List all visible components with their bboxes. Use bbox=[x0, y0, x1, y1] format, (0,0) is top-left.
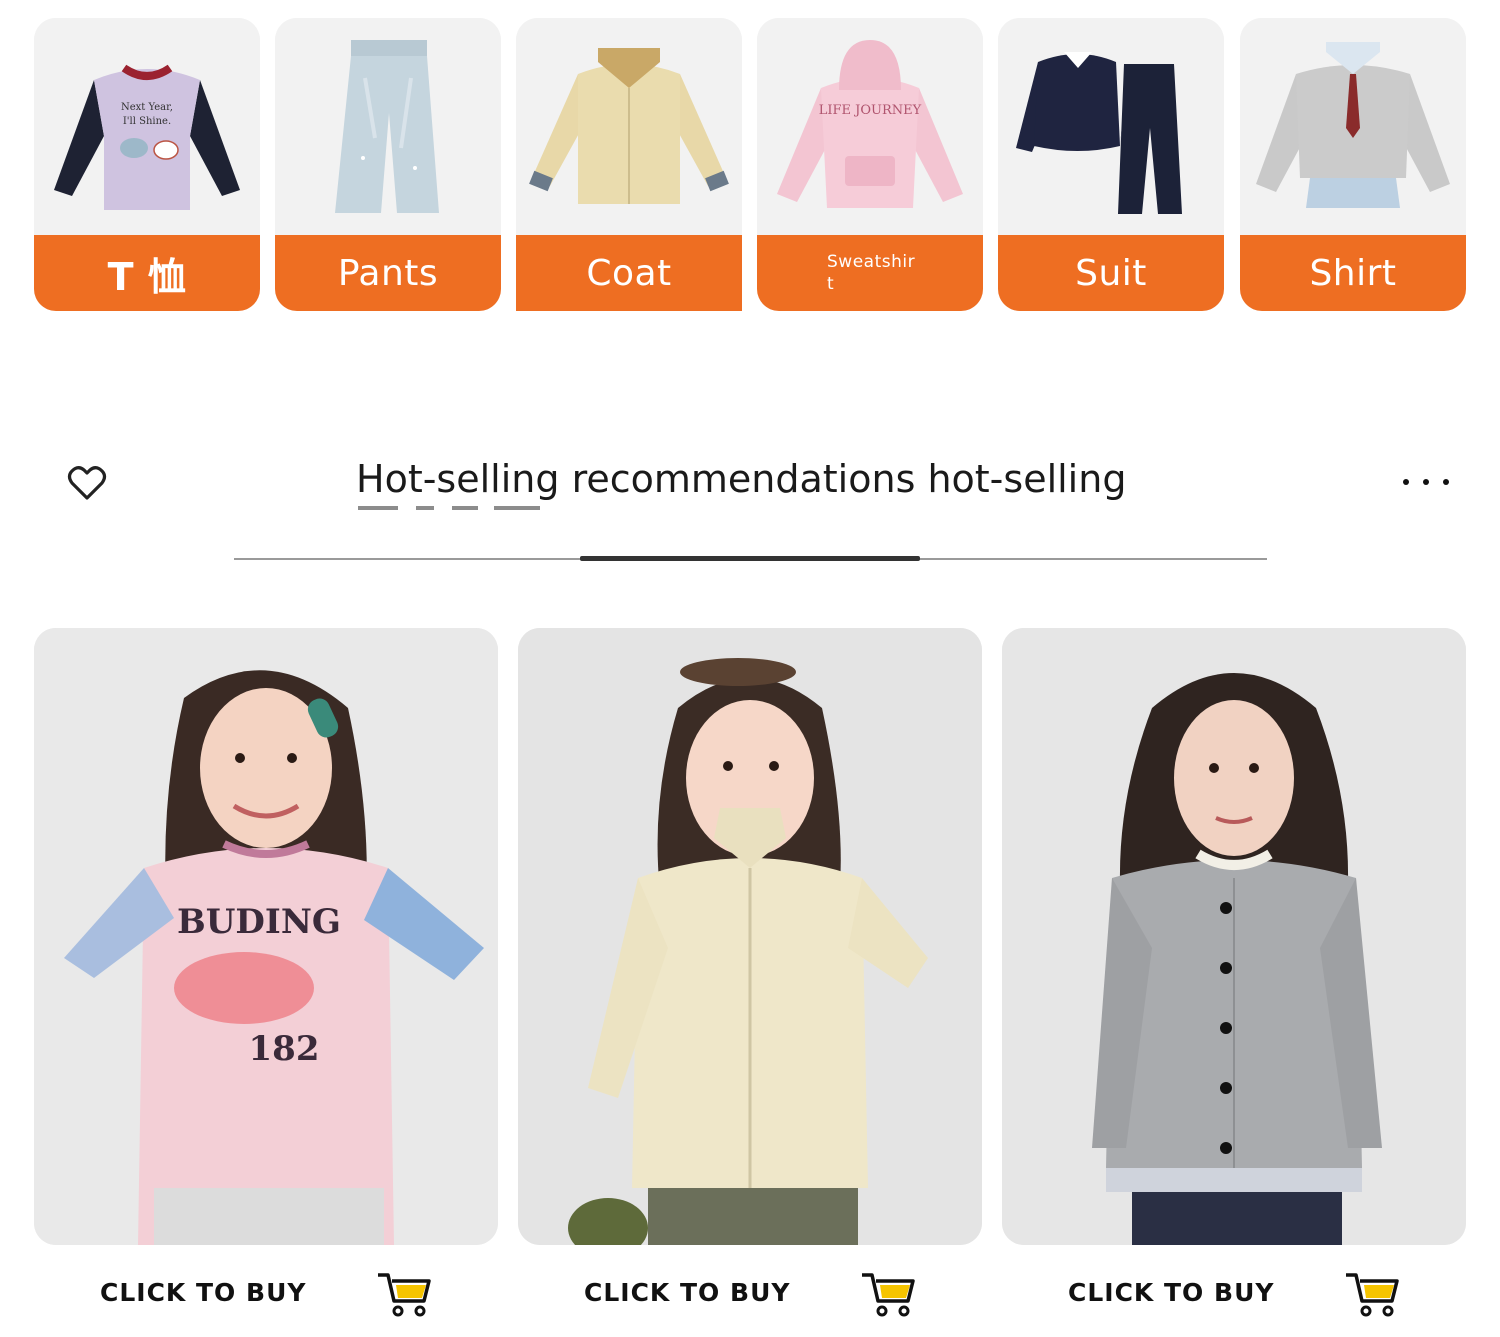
category-label-text: Sweatshirt bbox=[827, 252, 916, 294]
category-suit[interactable]: Suit bbox=[998, 18, 1224, 311]
product-photo bbox=[518, 628, 982, 1245]
category-pants[interactable]: Pants bbox=[275, 18, 501, 311]
category-label: T 恤 bbox=[34, 235, 260, 311]
product-card[interactable]: CLICK TO BUY bbox=[1002, 628, 1466, 1328]
shirt-image bbox=[1240, 18, 1466, 235]
shopping-cart-icon[interactable] bbox=[860, 1271, 916, 1317]
product-card[interactable]: CLICK TO BUY bbox=[518, 628, 982, 1328]
click-to-buy-label[interactable]: CLICK TO BUY bbox=[1068, 1278, 1308, 1308]
svg-text:I'll Shine.: I'll Shine. bbox=[123, 116, 171, 127]
section-title: Hot-selling recommendations hot-selling bbox=[356, 457, 1127, 501]
category-sweatshirt[interactable]: LIFE JOURNEY Sweatshirt bbox=[757, 18, 983, 311]
jacket-image bbox=[516, 18, 742, 235]
click-to-buy-label[interactable]: CLICK TO BUY bbox=[584, 1278, 824, 1308]
tab-indicator bbox=[580, 556, 920, 561]
svg-text:Next Year,: Next Year, bbox=[121, 102, 173, 113]
product-card[interactable]: BUDING 182 CLICK TO BUY bbox=[34, 628, 498, 1328]
category-label: Sweatshirt bbox=[757, 235, 983, 311]
suit-image bbox=[998, 18, 1224, 235]
jeans-image bbox=[275, 18, 501, 235]
shopping-cart-icon[interactable] bbox=[1344, 1271, 1400, 1317]
more-dots-icon[interactable] bbox=[1396, 470, 1456, 494]
svg-text:LIFE JOURNEY: LIFE JOURNEY bbox=[819, 103, 922, 118]
category-strip: Next Year, I'll Shine. T 恤 Pants Coat LI… bbox=[34, 18, 1466, 311]
product-photo: BUDING 182 bbox=[34, 628, 498, 1245]
category-coat[interactable]: Coat bbox=[516, 18, 742, 311]
tshirt-image: Next Year, I'll Shine. bbox=[34, 18, 260, 235]
heart-outline-icon[interactable] bbox=[66, 462, 108, 504]
shopping-cart-icon[interactable] bbox=[376, 1271, 432, 1317]
hoodie-image: LIFE JOURNEY bbox=[757, 18, 983, 235]
category-label: Suit bbox=[998, 235, 1224, 311]
category-tshirt[interactable]: Next Year, I'll Shine. T 恤 bbox=[34, 18, 260, 311]
click-to-buy-label[interactable]: CLICK TO BUY bbox=[100, 1278, 340, 1308]
category-shirt[interactable]: Shirt bbox=[1240, 18, 1466, 311]
category-label: Coat bbox=[516, 235, 742, 311]
section-title-overflow bbox=[356, 506, 586, 514]
print-text-top: BUDING bbox=[177, 902, 341, 942]
product-photo bbox=[1002, 628, 1466, 1245]
category-label: Pants bbox=[275, 235, 501, 311]
category-label: Shirt bbox=[1240, 235, 1466, 311]
print-text-bottom: 182 bbox=[249, 1029, 320, 1069]
